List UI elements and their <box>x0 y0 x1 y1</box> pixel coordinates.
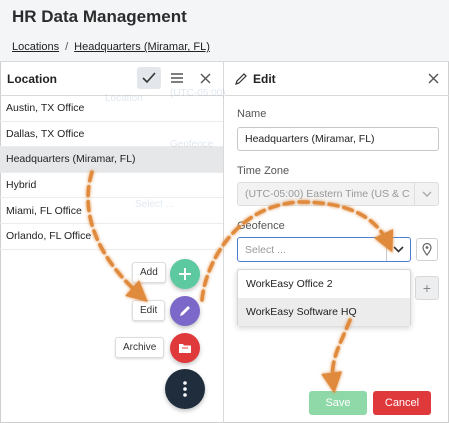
geofence-dropdown: WorkEasy Office 2 WorkEasy Software HQ <box>237 269 411 326</box>
chevron-down-icon <box>414 183 438 205</box>
edit-panel-header: Edit <box>225 62 449 96</box>
save-button[interactable]: Save <box>309 391 367 415</box>
timezone-label: Time Zone <box>237 165 290 177</box>
close-edit-panel-button[interactable] <box>428 71 439 89</box>
breadcrumb: Locations / Headquarters (Miramar, FL) <box>12 41 210 53</box>
close-icon <box>200 73 210 83</box>
archive-fab-button[interactable] <box>170 333 200 363</box>
breadcrumb-locations-link[interactable]: Locations <box>12 41 59 53</box>
location-panel-tools <box>137 67 217 89</box>
location-item[interactable]: Hybrid <box>0 173 223 199</box>
checkmark-icon <box>142 72 156 84</box>
location-item[interactable]: Austin, TX Office <box>0 96 223 122</box>
map-pin-icon <box>422 243 432 256</box>
close-location-panel-button[interactable] <box>193 67 217 89</box>
list-view-button[interactable] <box>165 67 189 89</box>
geofence-placeholder: Select ... <box>245 243 286 256</box>
location-panel: Location Austin, TX Office Dallas, TX Of… <box>0 62 224 423</box>
chevron-down-icon[interactable] <box>386 238 410 261</box>
geofence-option-hovered[interactable]: WorkEasy Software HQ <box>238 298 410 326</box>
app-header: HR Data Management Locations / Headquart… <box>0 0 449 62</box>
app-title: HR Data Management <box>12 7 187 26</box>
close-icon <box>428 73 439 84</box>
name-field[interactable]: Headquarters (Miramar, FL) <box>237 127 439 151</box>
add-geofence-button[interactable]: + <box>415 276 439 300</box>
geofence-label: Geofence <box>237 220 285 232</box>
location-item[interactable]: Dallas, TX Office <box>0 122 223 148</box>
edit-panel-title: Edit <box>253 71 276 86</box>
cancel-button[interactable]: Cancel <box>373 391 431 415</box>
edit-fab-button[interactable] <box>170 296 200 326</box>
archive-label[interactable]: Archive <box>115 337 165 358</box>
location-item[interactable]: Miami, FL Office <box>0 198 223 224</box>
add-fab-button[interactable] <box>170 259 200 289</box>
more-options-fab-button[interactable] <box>165 369 205 409</box>
breadcrumb-current-link[interactable]: Headquarters (Miramar, FL) <box>74 41 210 53</box>
breadcrumb-separator: / <box>65 41 69 53</box>
edit-panel: Edit Name Headquarters (Miramar, FL) Tim… <box>225 62 449 423</box>
location-list: Austin, TX Office Dallas, TX Office Head… <box>0 96 223 250</box>
select-mode-button[interactable] <box>137 67 161 89</box>
map-pin-button[interactable] <box>416 238 438 261</box>
folder-icon <box>179 344 191 353</box>
more-vertical-icon <box>183 381 187 397</box>
location-item[interactable]: Orlando, FL Office <box>0 224 223 250</box>
edit-label[interactable]: Edit <box>132 300 166 321</box>
location-item-selected[interactable]: Headquarters (Miramar, FL) <box>0 147 223 173</box>
timezone-value: (UTC-05:00) Eastern Time (US & C <box>245 188 410 200</box>
pencil-icon <box>180 306 190 316</box>
pencil-icon <box>235 72 247 85</box>
timezone-select[interactable]: (UTC-05:00) Eastern Time (US & C <box>237 182 439 206</box>
geofence-select[interactable]: Select ... <box>237 237 411 262</box>
menu-icon <box>171 73 183 83</box>
location-panel-header: Location <box>0 62 223 96</box>
add-label[interactable]: Add <box>132 262 166 283</box>
name-label: Name <box>237 108 267 120</box>
location-panel-title: Location <box>7 71 57 86</box>
plus-icon <box>179 268 191 280</box>
geofence-option[interactable]: WorkEasy Office 2 <box>238 270 410 298</box>
